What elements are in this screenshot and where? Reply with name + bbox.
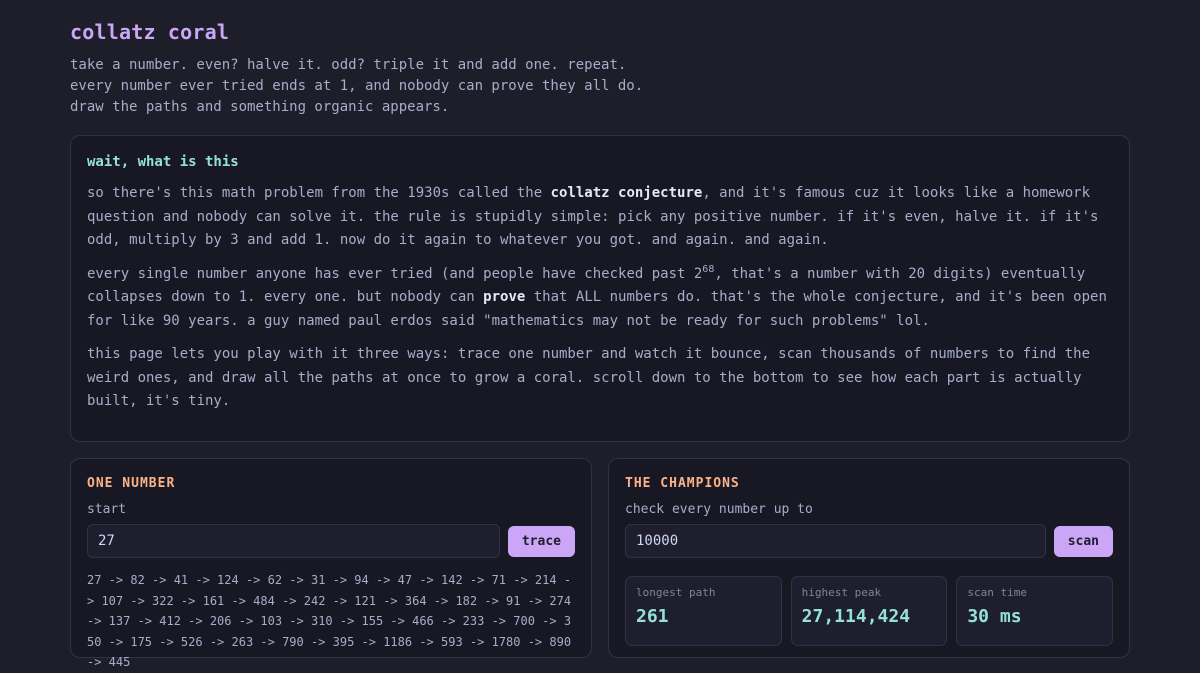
intro-line-3: draw the paths and something organic app… bbox=[70, 99, 450, 115]
champions-panel: THE CHAMPIONS check every number up to 1… bbox=[608, 458, 1130, 658]
explainer-card: wait, what is this so there's this math … bbox=[70, 135, 1130, 442]
stat-value: 30 ms bbox=[967, 606, 1022, 627]
explainer-paragraph-1: so there's this math problem from the 19… bbox=[87, 182, 1115, 253]
p2-text-a: every single number anyone has ever trie… bbox=[87, 265, 703, 282]
p1-text-a: so there's this math problem from the 19… bbox=[87, 185, 551, 201]
start-row: 27 trace bbox=[87, 524, 575, 558]
stat-value: 27,114,424 bbox=[801, 606, 911, 627]
page-title: collatz coral bbox=[70, 20, 230, 44]
intro-text: take a number. even? halve it. odd? trip… bbox=[70, 55, 643, 118]
p2-exponent: 68 bbox=[702, 263, 715, 275]
p1-emphasis: collatz conjecture bbox=[550, 185, 703, 201]
check-label: check every number up to bbox=[625, 502, 813, 517]
one-number-title: ONE NUMBER bbox=[87, 476, 176, 491]
stat-label: longest path bbox=[636, 586, 716, 599]
explainer-paragraph-3: this page lets you play with it three wa… bbox=[87, 346, 1091, 409]
start-label: start bbox=[87, 502, 127, 517]
intro-line-2: every number ever tried ends at 1, and n… bbox=[70, 78, 644, 94]
champions-title: THE CHAMPIONS bbox=[625, 476, 740, 491]
stat-value: 261 bbox=[636, 606, 669, 627]
intro-line-1: take a number. even? halve it. odd? trip… bbox=[70, 57, 627, 73]
stat-highest-peak: highest peak 27,114,424 bbox=[790, 576, 948, 646]
trace-button[interactable]: trace bbox=[507, 525, 575, 557]
stat-longest-path: longest path 261 bbox=[625, 576, 782, 646]
stat-scan-time: scan time 30 ms bbox=[956, 576, 1114, 646]
scan-row: 10000 scan bbox=[625, 524, 1113, 558]
limit-input[interactable]: 10000 bbox=[625, 524, 1046, 558]
one-number-panel: ONE NUMBER start 27 trace 27 -> 82 -> 41… bbox=[70, 458, 592, 669]
stat-label: highest peak bbox=[801, 586, 882, 599]
stat-label: scan time bbox=[967, 586, 1027, 599]
scan-button[interactable]: scan bbox=[1053, 525, 1113, 557]
explainer-heading: wait, what is this bbox=[87, 154, 239, 170]
trace-output: 27 -> 82 -> 41 -> 124 -> 62 -> 31 -> 94 … bbox=[87, 573, 572, 669]
p2-emphasis: prove bbox=[483, 289, 526, 305]
start-input[interactable]: 27 bbox=[87, 524, 500, 558]
stats-row: longest path 261 highest peak 27,114,424… bbox=[625, 576, 1114, 646]
explainer-paragraph-2: every single number anyone has ever trie… bbox=[87, 263, 1115, 334]
